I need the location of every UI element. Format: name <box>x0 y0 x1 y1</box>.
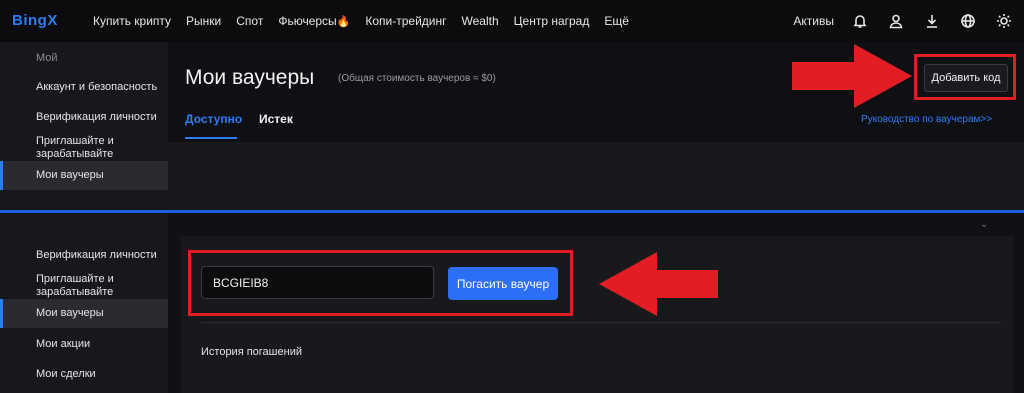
highlight-box-redeem <box>188 250 573 316</box>
active-tab-underline <box>185 137 237 139</box>
redemption-history-heading: История погашений <box>201 346 302 358</box>
sidebar-item-my-trades[interactable]: Мои сделки <box>36 368 161 381</box>
tab-available[interactable]: Доступно <box>185 112 242 126</box>
sidebar-item-my-promotions[interactable]: Мои акции <box>36 338 161 351</box>
nav-copy-trading[interactable]: Копи-трейдинг <box>365 14 446 28</box>
tab-expired[interactable]: Истек <box>259 112 293 126</box>
user-icon[interactable] <box>888 13 904 29</box>
sidebar-top: Мой Аккаунт и безопасность Верификация л… <box>0 42 168 210</box>
sidebar-item-label: Мои ваучеры <box>36 307 104 319</box>
globe-icon[interactable] <box>960 13 976 29</box>
nav-assets[interactable]: Активы <box>793 14 834 28</box>
sun-icon[interactable] <box>996 13 1012 29</box>
sidebar-item-label: Мои ваучеры <box>36 169 104 181</box>
nav-buy-crypto[interactable]: Купить крипту <box>93 14 171 28</box>
sidebar-item-my-vouchers[interactable]: Мои ваучеры <box>0 161 168 190</box>
red-arrow-left <box>599 252 718 316</box>
nav-rewards-center[interactable]: Центр наград <box>514 14 590 28</box>
voucher-total-value: (Общая стоимость ваучеров ≈ $0) <box>338 73 496 84</box>
active-indicator <box>0 299 3 328</box>
download-icon[interactable] <box>924 13 940 29</box>
nav-spot[interactable]: Спот <box>236 14 263 28</box>
voucher-guide-link[interactable]: Руководство по ваучерам>> <box>861 114 992 125</box>
nav-markets[interactable]: Рынки <box>186 14 221 28</box>
sidebar-item-verification[interactable]: Верификация личности <box>36 111 161 124</box>
sidebar-bottom: Верификация личности Приглашайте и зараб… <box>0 213 168 393</box>
chevron-down-icon[interactable]: ⌄ <box>980 219 988 230</box>
section-divider <box>201 322 1001 323</box>
nav-right-tools: Активы <box>793 0 1012 42</box>
highlight-box-add-code <box>914 54 1016 100</box>
top-nav-bar: BingX Купить крипту Рынки Спот Фьючерсы🔥… <box>0 0 1024 42</box>
sidebar-section-label: Мой <box>36 52 58 64</box>
sidebar-item-verification[interactable]: Верификация личности <box>36 249 161 262</box>
red-arrow-right <box>792 44 912 108</box>
bingx-logo[interactable]: BingX <box>12 12 58 29</box>
nav-more[interactable]: Ещё <box>604 14 629 28</box>
nav-futures-label: Фьючерсы <box>278 14 337 28</box>
sidebar-item-my-vouchers[interactable]: Мои ваучеры <box>0 299 168 328</box>
bell-icon[interactable] <box>852 13 868 29</box>
sidebar-item-invite[interactable]: Приглашайте и зарабатывайте <box>36 135 161 161</box>
sidebar-item-account-security[interactable]: Аккаунт и безопасность <box>36 81 161 94</box>
nav-wealth[interactable]: Wealth <box>462 14 499 28</box>
voucher-list-area <box>168 142 1024 210</box>
nav-futures[interactable]: Фьючерсы🔥 <box>278 14 350 28</box>
sidebar-item-invite[interactable]: Приглашайте и зарабатывайте <box>36 273 161 299</box>
page-title: Мои ваучеры <box>185 66 315 89</box>
active-indicator <box>0 161 3 190</box>
main-nav: Купить крипту Рынки Спот Фьючерсы🔥 Копи-… <box>93 0 644 42</box>
fire-icon: 🔥 <box>336 16 351 28</box>
